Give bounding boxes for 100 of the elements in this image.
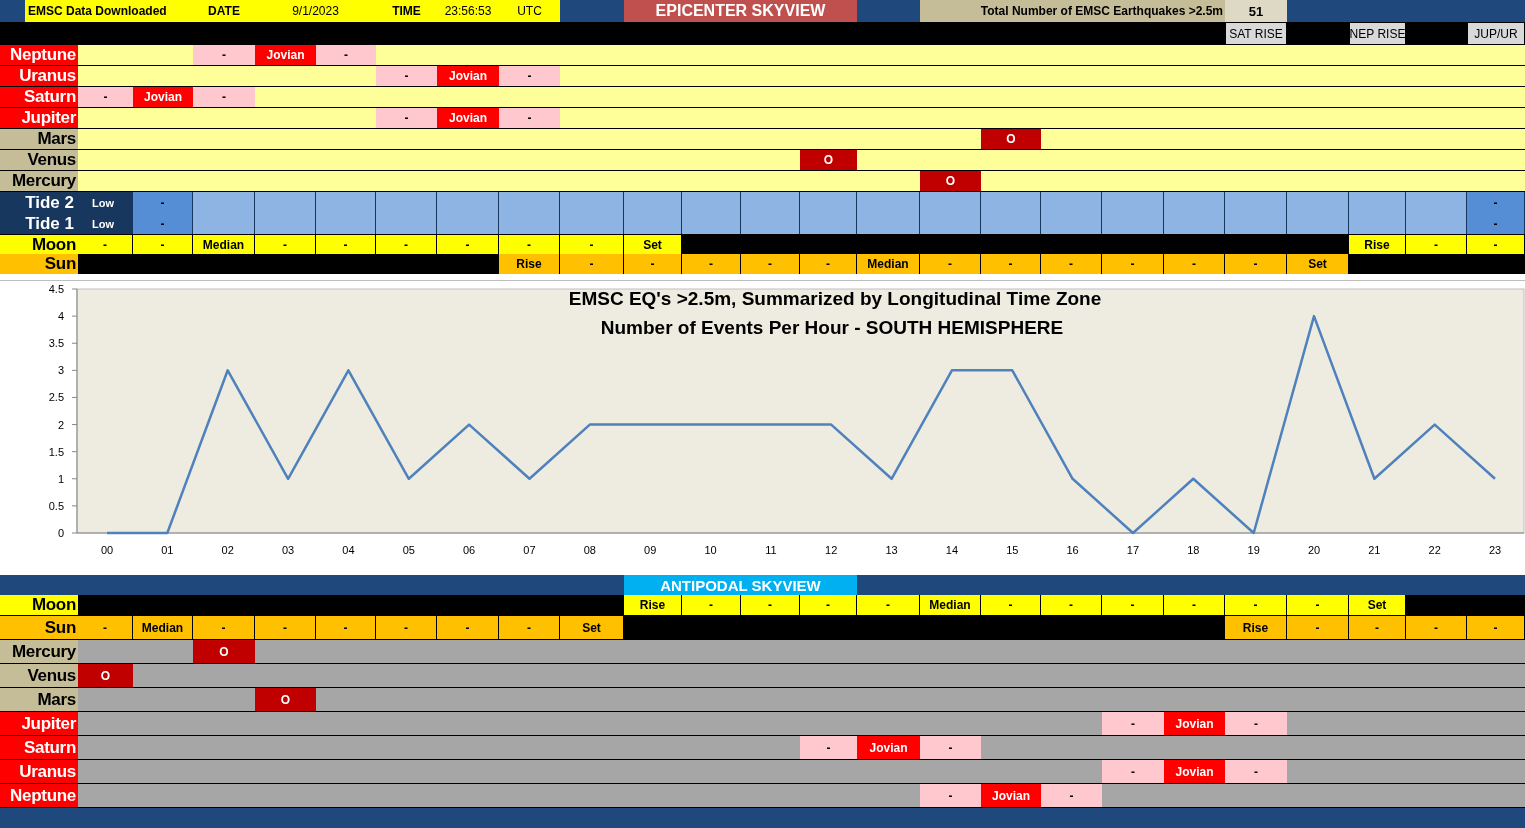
chart-subtitle: Number of Events Per Hour - SOUTH HEMISPHERE: [600, 317, 1064, 338]
table-cell: -: [920, 784, 981, 807]
table-cell: -: [133, 235, 193, 255]
axis-label: 12: [825, 544, 838, 556]
table-cell: -: [1467, 235, 1525, 255]
table-cell: -: [1467, 616, 1525, 639]
cell-text: -: [1493, 195, 1498, 210]
table-cell: -: [1102, 760, 1164, 783]
row-label: Neptune: [0, 45, 78, 65]
table-cell: -: [437, 235, 499, 255]
table-cell: -: [499, 235, 560, 255]
axis-label: 14: [945, 544, 959, 556]
table-cell: [1349, 254, 1406, 274]
table-cell: -: [1102, 712, 1164, 735]
axis-label: 4.5: [48, 283, 64, 295]
table-cell: NEP RISE: [1350, 23, 1405, 44]
table-cell: O: [78, 664, 133, 687]
table-cell: -: [499, 616, 560, 639]
table-cell: Rise: [624, 595, 682, 615]
axis-label: 22: [1428, 544, 1441, 556]
table-cell: -: [624, 254, 682, 274]
table-cell: Median: [193, 235, 255, 255]
header-label: TIME: [376, 0, 437, 22]
axis-label: 19: [1247, 544, 1260, 556]
axis-label: 05: [402, 544, 415, 556]
table-cell: -: [981, 595, 1041, 615]
table-cell: -: [920, 254, 981, 274]
section-title: EPICENTER SKYVIEW: [624, 0, 857, 22]
table-cell: Jovian: [1164, 712, 1225, 735]
table-cell: -: [193, 616, 255, 639]
row-label: Mars: [0, 688, 78, 711]
axis-label: 15: [1006, 544, 1019, 556]
table-cell: -: [78, 87, 133, 107]
table-cell: O: [920, 171, 981, 191]
table-cell: Set: [624, 235, 682, 255]
cell-text: -: [160, 216, 165, 231]
row-label: Mercury: [0, 640, 78, 663]
axis-label: 11: [765, 544, 777, 556]
table-cell: -: [499, 66, 560, 86]
table-cell: -: [800, 736, 857, 759]
row-label: Mars: [0, 129, 78, 149]
table-cell: -: [1164, 595, 1225, 615]
total-count: 51: [1225, 0, 1287, 22]
table-cell: Jovian: [133, 87, 193, 107]
axis-label: 08: [583, 544, 596, 556]
table-cell: -: [1225, 595, 1287, 615]
axis-label: 06: [463, 544, 476, 556]
row-label: Uranus: [0, 760, 78, 783]
table-cell: Jovian: [857, 736, 920, 759]
axis-label: 3.5: [48, 337, 64, 350]
axis-label: 3: [57, 364, 64, 377]
section-title: ANTIPODAL SKYVIEW: [624, 575, 857, 595]
table-cell: -: [1349, 616, 1406, 639]
row-label: Sun: [0, 254, 78, 274]
table-cell: -: [800, 595, 857, 615]
axis-label: 10: [704, 544, 717, 556]
table-cell: [437, 254, 499, 274]
table-cell: -: [316, 616, 376, 639]
row-label: Tide 2: [25, 192, 74, 213]
table-cell: -: [193, 45, 255, 65]
axis-label: 0.5: [48, 499, 64, 512]
axis-label: 07: [523, 544, 536, 556]
table-cell: -: [1102, 595, 1164, 615]
table-cell: -: [376, 66, 437, 86]
table-cell: -: [78, 616, 133, 639]
row-label: Tide 1: [25, 213, 74, 234]
header-label: EMSC Data Downloaded: [25, 0, 193, 22]
table-cell: -: [560, 254, 624, 274]
table-cell: -: [376, 616, 437, 639]
timezone-label: UTC: [499, 0, 560, 22]
row-label: Venus: [0, 664, 78, 687]
table-cell: -: [920, 736, 981, 759]
table-cell: -: [1225, 760, 1287, 783]
table-cell: -: [376, 235, 437, 255]
axis-label: 01: [161, 544, 174, 556]
table-cell: SAT RISE: [1226, 23, 1286, 44]
table-cell: Jovian: [1164, 760, 1225, 783]
cell-text: Low: [92, 217, 114, 230]
axis-label: 17: [1126, 544, 1140, 556]
row-label: Mercury: [0, 171, 78, 191]
table-cell: Jovian: [437, 108, 499, 128]
axis-label: 13: [885, 544, 898, 556]
table-cell: Jovian: [437, 66, 499, 86]
axis-label: 02: [221, 544, 234, 556]
row-label: Uranus: [0, 66, 78, 86]
table-cell: -: [437, 616, 499, 639]
table-cell: -: [1041, 254, 1102, 274]
table-cell: -: [78, 235, 133, 255]
axis-label: 00: [100, 544, 114, 556]
table-cell: -: [560, 235, 624, 255]
table-cell: -: [193, 87, 255, 107]
table-cell: O: [193, 640, 255, 663]
table-cell: -: [741, 254, 800, 274]
table-cell: -: [1041, 784, 1102, 807]
table-cell: [1467, 254, 1525, 274]
table-cell: O: [981, 129, 1041, 149]
axis-label: 2: [57, 418, 64, 431]
cell-text: Low: [92, 196, 114, 209]
axis-label: 09: [644, 544, 657, 556]
table-cell: Jovian: [981, 784, 1041, 807]
